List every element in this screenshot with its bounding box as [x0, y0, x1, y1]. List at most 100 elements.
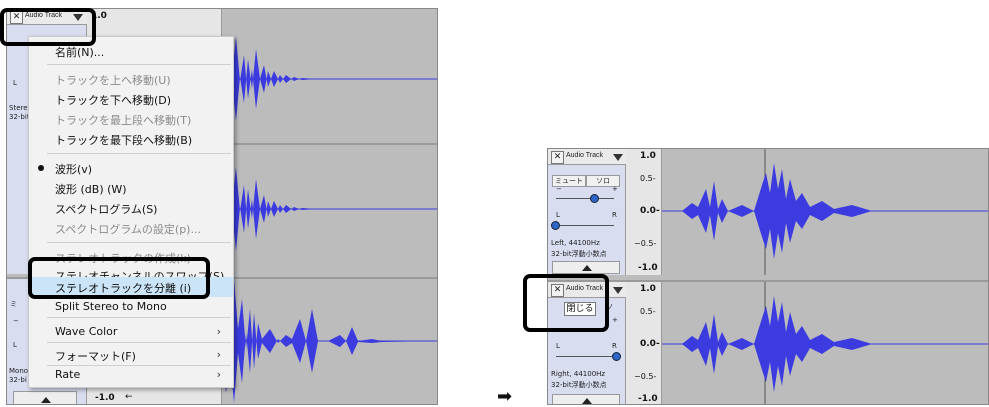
pan-slider-knob[interactable]: [612, 352, 621, 361]
menu-item-waveform[interactable]: 波形(v): [29, 158, 233, 178]
callout-track-menu: [0, 8, 96, 46]
right-panel: ✕ Audio Track ミュート ソロ − + L R Left, 44100…: [547, 148, 989, 405]
callout-split-stereo: [28, 257, 210, 299]
waveform-graphic-2: [222, 279, 437, 403]
pan-right-label: R: [612, 342, 617, 350]
ruler-upper-label: 0.5-: [640, 307, 656, 316]
stereo-info-partial: Stere: [9, 104, 28, 112]
menu-item-spectrogram[interactable]: スペクトログラム(S): [29, 198, 233, 218]
menu-separator: [47, 242, 231, 243]
lower-track: ✕ Audio Track ソ + L R Right, 44100Hz 32-…: [548, 280, 988, 404]
ruler-upper-label: 0.5-: [640, 174, 656, 183]
ruler-top-label: 1.0: [640, 284, 656, 294]
menu-item-label: フォーマット(F): [55, 350, 136, 363]
pan-left-partial: L: [13, 79, 17, 87]
menu-item-format[interactable]: フォーマット(F) ›: [29, 345, 233, 365]
gain-partial: −: [13, 317, 19, 325]
collapse-button[interactable]: [552, 394, 620, 404]
menu-item-spectrogram-settings[interactable]: スペクトログラムの設定(p)...: [29, 218, 233, 238]
menu-item-rate[interactable]: Rate ›: [29, 365, 233, 385]
menu-item-label: トラックを最上段へ移動(T): [55, 114, 192, 127]
gain-minus-label: −: [556, 185, 562, 193]
gain-plus-label: +: [612, 316, 618, 324]
gain-slider-knob[interactable]: [590, 194, 599, 203]
bits-info-partial-2: 32-bi: [9, 376, 27, 384]
menu-item-label: 波形(v): [55, 163, 93, 176]
chevron-right-icon: ›: [216, 325, 221, 338]
collapse-button[interactable]: [13, 391, 77, 404]
chevron-right-icon: ›: [216, 368, 221, 381]
gain-plus-label: +: [612, 185, 618, 193]
lower-track-waveform[interactable]: [662, 282, 988, 404]
menu-item-label: Rate: [55, 368, 81, 381]
chevron-down-icon[interactable]: [613, 154, 623, 161]
upper-track-controls: ✕ Audio Track ミュート ソロ − + L R Left, 44100…: [548, 149, 626, 275]
pan-left-partial-2: L: [13, 341, 17, 349]
top-track-waveform[interactable]: [222, 9, 437, 274]
pointer-arrow-icon: ←: [125, 392, 133, 402]
menu-item-label: Split Stereo to Mono: [55, 300, 167, 313]
menu-item-move-bottom[interactable]: トラックを最下段へ移動(B): [29, 129, 233, 149]
menu-item-label: トラックを最下段へ移動(B): [55, 134, 193, 147]
lower-track-ruler: 1.0 0.5- 0.0- −0.5- -1.0: [626, 282, 662, 404]
track-name[interactable]: Audio Track: [566, 152, 603, 159]
track-info-line2: 32-bit浮動小数点: [551, 250, 607, 258]
upper-track-waveform[interactable]: [662, 149, 988, 275]
menu-item-label: 波形 (dB) (W): [55, 183, 127, 196]
ruler-mid-label: 0.0-: [640, 339, 660, 349]
triangle-up-icon: [582, 398, 592, 404]
ruler-bottom-label: -1.0: [638, 263, 658, 273]
menu-item-label: トラックを上へ移動(U): [55, 74, 171, 87]
arrow-right-icon: ➡: [497, 386, 513, 407]
collapse-button[interactable]: [552, 261, 620, 274]
menu-separator: [47, 64, 231, 65]
ruler-lower-label: −0.5-: [634, 372, 657, 381]
menu-item-label: トラックを下へ移動(D): [55, 94, 172, 107]
waveform-graphic-lower: [662, 282, 988, 404]
callout-close-button: [523, 274, 609, 332]
menu-separator: [47, 317, 231, 318]
pan-slider-track: [556, 356, 614, 357]
menu-item-label: スペクトログラム(S): [55, 203, 158, 216]
menu-item-move-top[interactable]: トラックを最上段へ移動(T): [29, 109, 233, 129]
chevron-down-icon[interactable]: [613, 287, 623, 294]
chevron-right-icon: ›: [216, 348, 221, 361]
track-info-line1: Left, 44100Hz: [551, 239, 600, 247]
ruler-mid-label: 0.0-: [640, 206, 660, 216]
menu-separator: [47, 342, 231, 343]
menu-item-label: 名前(N)...: [55, 46, 105, 59]
check-dot-icon: [38, 165, 44, 171]
ruler-lower-label: −0.5-: [634, 239, 657, 248]
pan-left-label: L: [556, 211, 560, 219]
left-panel: ✕ Audio Track Stere 32-bit L 1.0 ミ − L M…: [6, 8, 438, 405]
pan-slider-knob[interactable]: [551, 221, 560, 230]
mute-solo-row: ミュート ソロ: [552, 168, 620, 187]
pan-left-label: L: [556, 342, 560, 350]
bits-info-partial: 32-bit: [9, 113, 30, 121]
menu-item-label: Wave Color: [55, 325, 118, 338]
upper-track-ruler: 1.0 0.5- 0.0- −0.5- -1.0: [626, 149, 662, 275]
waveform-graphic-upper: [662, 149, 988, 275]
waveform-graphic: [222, 37, 437, 251]
pan-right-label: R: [612, 211, 617, 219]
menu-item-wave-color[interactable]: Wave Color ›: [29, 322, 233, 342]
menu-separator: [47, 153, 231, 154]
ruler-bottom-label: -1.0: [638, 394, 658, 404]
gain-slider-track: [556, 198, 614, 199]
pan-slider-track: [556, 225, 614, 226]
triangle-up-icon: [582, 265, 592, 271]
menu-item-move-down[interactable]: トラックを下へ移動(D): [29, 89, 233, 109]
ruler-bottom-value: -1.0: [95, 393, 115, 403]
mute-partial: ミ: [10, 300, 17, 308]
bottom-track-waveform[interactable]: [222, 279, 437, 404]
triangle-up-icon: [41, 397, 51, 403]
track-info-line1: Right, 44100Hz: [551, 370, 606, 378]
menu-item-move-up[interactable]: トラックを上へ移動(U): [29, 69, 233, 89]
close-icon[interactable]: ✕: [551, 151, 564, 164]
ruler-top-label: 1.0: [640, 151, 656, 161]
menu-item-split-to-mono[interactable]: Split Stereo to Mono: [29, 297, 233, 317]
menu-item-label: スペクトログラムの設定(p)...: [55, 223, 201, 236]
menu-item-waveform-db[interactable]: 波形 (dB) (W): [29, 178, 233, 198]
upper-track-header: ✕ Audio Track: [548, 149, 626, 165]
track-context-menu: 名前(N)... トラックを上へ移動(U) トラックを下へ移動(D) トラックを…: [28, 36, 234, 388]
